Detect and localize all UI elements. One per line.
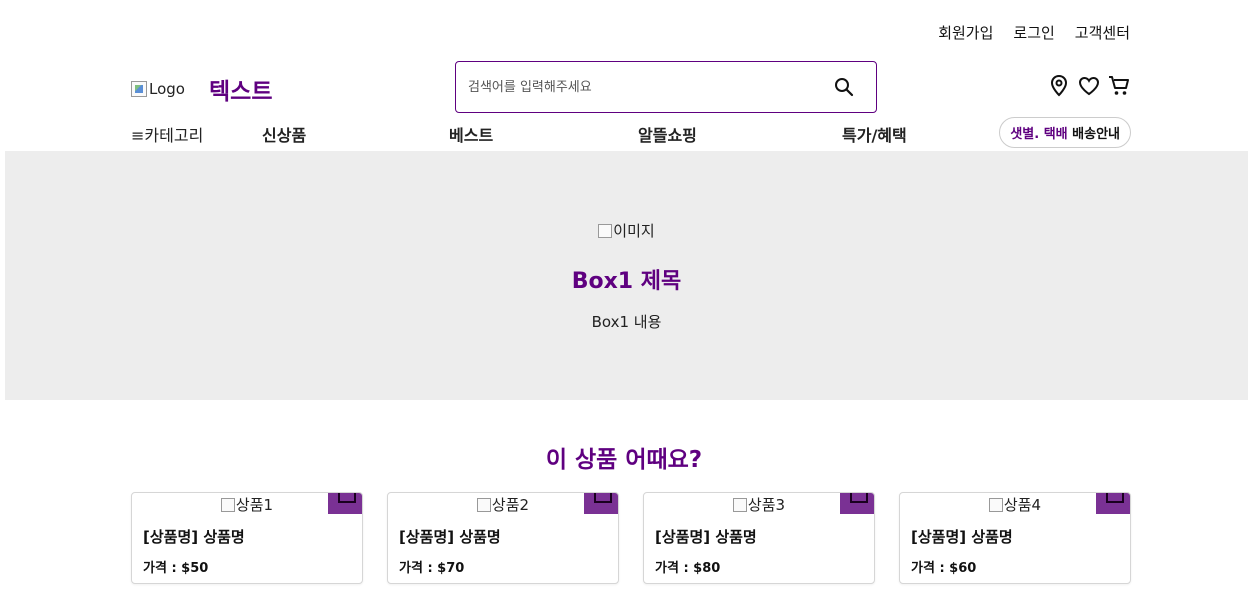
map-pin-icon[interactable] bbox=[1048, 74, 1070, 98]
product-card[interactable]: 상품1 [상품명] 상품명 가격 : $50 bbox=[131, 492, 363, 584]
main-nav: ≡카테고리 신상품 베스트 알뜰쇼핑 특가/혜택 샛별. 택배 배송안내 bbox=[131, 117, 1131, 151]
search-icon[interactable] bbox=[832, 75, 856, 99]
product-card[interactable]: 상품4 [상품명] 상품명 가격 : $60 bbox=[899, 492, 1131, 584]
product-image-alt: 상품2 bbox=[491, 496, 530, 514]
nav-item-saving[interactable]: 알뜰쇼핑 bbox=[638, 122, 697, 146]
product-name: [상품명] 상품명 bbox=[911, 528, 1013, 546]
hero-image: 이미지 bbox=[5, 220, 1248, 241]
add-to-cart-button[interactable] bbox=[840, 493, 874, 514]
header-icons bbox=[1048, 74, 1130, 98]
search-input[interactable] bbox=[468, 79, 832, 95]
delivery-prefix: 샛별. 택배 bbox=[1010, 127, 1068, 142]
product-name: [상품명] 상품명 bbox=[655, 528, 757, 546]
hero-title: Box1 제목 bbox=[571, 269, 682, 294]
product-image-alt: 상품4 bbox=[1003, 496, 1042, 514]
broken-image-icon bbox=[220, 497, 235, 512]
nav-item-special[interactable]: 특가/혜택 bbox=[842, 122, 907, 146]
logo-text[interactable]: 텍스트 bbox=[209, 72, 272, 106]
signup-link[interactable]: 회원가입 bbox=[938, 22, 993, 43]
nav-item-best[interactable]: 베스트 bbox=[449, 122, 493, 146]
logo-alt-text: Logo bbox=[149, 80, 185, 98]
product-price: 가격 : $60 bbox=[911, 561, 977, 576]
add-to-cart-button[interactable] bbox=[584, 493, 618, 514]
hero-banner: 이미지 Box1 제목 Box1 내용 bbox=[5, 151, 1248, 400]
product-price: 가격 : $80 bbox=[655, 561, 721, 576]
add-to-cart-button[interactable] bbox=[1096, 493, 1130, 514]
broken-image-icon bbox=[476, 497, 491, 512]
add-to-cart-button[interactable] bbox=[328, 493, 362, 514]
broken-image-icon bbox=[131, 81, 147, 97]
product-card[interactable]: 상품3 [상품명] 상품명 가격 : $80 bbox=[643, 492, 875, 584]
broken-image-icon bbox=[598, 223, 613, 238]
hero-content: Box1 내용 bbox=[591, 313, 662, 331]
product-image-alt: 상품1 bbox=[235, 496, 274, 514]
product-price: 가격 : $50 bbox=[143, 561, 209, 576]
product-card[interactable]: 상품2 [상품명] 상품명 가격 : $70 bbox=[387, 492, 619, 584]
broken-image-icon bbox=[988, 497, 1003, 512]
hero-image-alt: 이미지 bbox=[613, 222, 655, 240]
product-list: 상품1 [상품명] 상품명 가격 : $50 상품2 [상품명] 상품명 가격 … bbox=[131, 492, 1131, 584]
broken-image-icon bbox=[732, 497, 747, 512]
login-link[interactable]: 로그인 bbox=[1013, 22, 1054, 43]
nav-item-new[interactable]: 신상품 bbox=[262, 122, 306, 146]
top-links: 회원가입 로그인 고객센터 bbox=[938, 22, 1130, 43]
nav-category[interactable]: ≡카테고리 bbox=[131, 122, 203, 146]
product-name: [상품명] 상품명 bbox=[143, 528, 245, 546]
recommend-title: 이 상품 어때요? bbox=[545, 447, 703, 473]
customer-center-link[interactable]: 고객센터 bbox=[1075, 22, 1130, 43]
search-bar bbox=[455, 61, 877, 113]
cart-icon[interactable] bbox=[1108, 74, 1130, 98]
logo-image[interactable]: Logo bbox=[131, 80, 185, 98]
product-image-alt: 상품3 bbox=[747, 496, 786, 514]
delivery-suffix: 배송안내 bbox=[1072, 127, 1120, 142]
product-name: [상품명] 상품명 bbox=[399, 528, 501, 546]
delivery-info-button[interactable]: 샛별. 택배 배송안내 bbox=[999, 117, 1131, 148]
product-price: 가격 : $70 bbox=[399, 561, 465, 576]
heart-icon[interactable] bbox=[1078, 74, 1100, 98]
